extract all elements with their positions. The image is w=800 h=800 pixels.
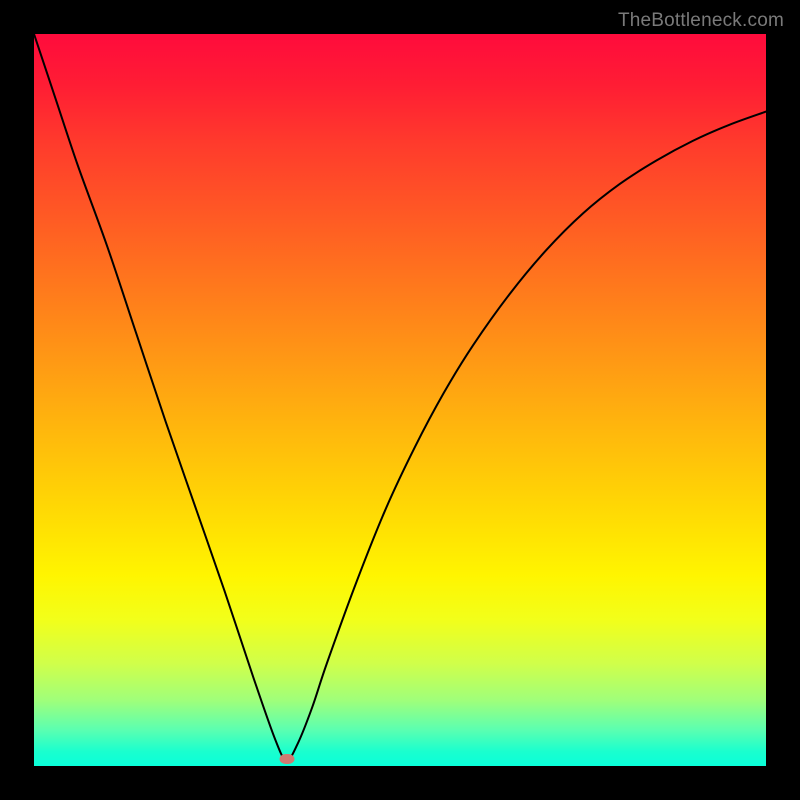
chart-stage: TheBottleneck.com [0,0,800,800]
watermark-text: TheBottleneck.com [618,10,784,32]
bottleneck-curve [34,34,766,766]
plot-area [34,34,766,766]
minimum-marker [279,754,294,764]
